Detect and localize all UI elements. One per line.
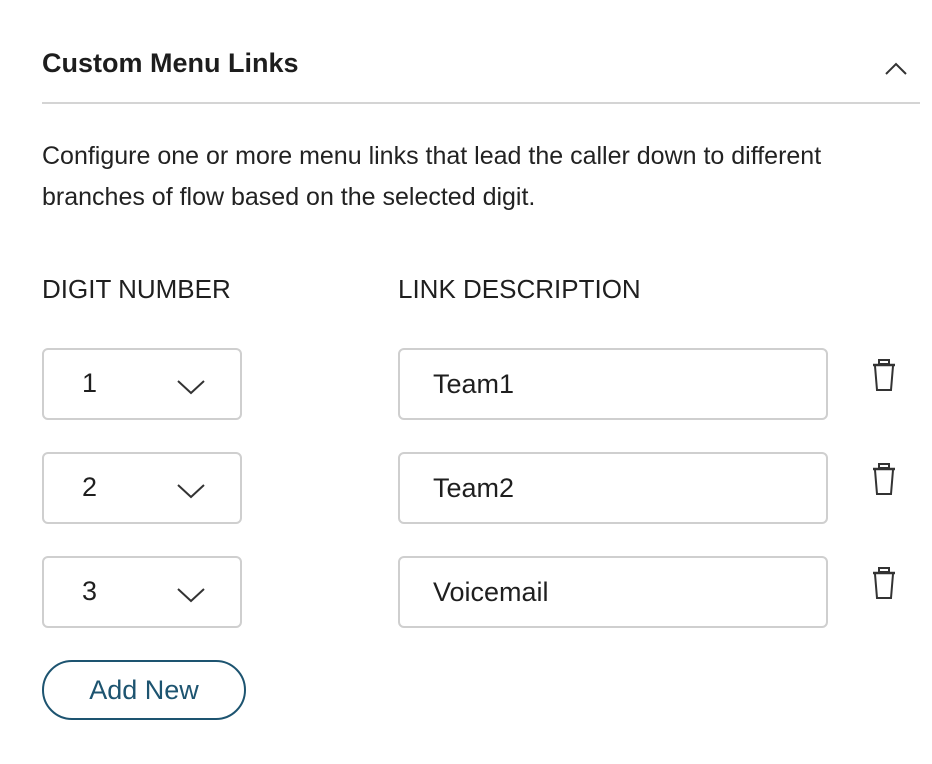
digit-select[interactable]: 2 — [42, 452, 242, 524]
link-description-input[interactable] — [398, 452, 828, 524]
digit-value: 1 — [82, 368, 98, 398]
section-title: Custom Menu Links — [42, 48, 299, 78]
custom-menu-links-panel: Custom Menu Links Configure one or more … — [0, 0, 932, 764]
section-header: Custom Menu Links — [42, 38, 920, 104]
digit-select[interactable]: 1 — [42, 348, 242, 420]
digit-value: 2 — [82, 472, 98, 502]
section-description: Configure one or more menu links that le… — [42, 142, 822, 211]
add-new-button[interactable]: Add New — [42, 660, 246, 720]
link-description-header: LINK DESCRIPTION — [398, 274, 641, 304]
trash-icon[interactable] — [870, 358, 898, 392]
menu-link-row: 1 — [0, 348, 932, 420]
trash-icon[interactable] — [870, 566, 898, 600]
menu-link-row: 2 — [0, 452, 932, 524]
chevron-down-icon — [176, 378, 206, 396]
chevron-down-icon — [176, 482, 206, 500]
link-description-input[interactable] — [398, 348, 828, 420]
chevron-down-icon — [176, 586, 206, 604]
menu-link-row: 3 — [0, 556, 932, 628]
digit-select[interactable]: 3 — [42, 556, 242, 628]
trash-icon[interactable] — [870, 462, 898, 496]
link-description-input[interactable] — [398, 556, 828, 628]
chevron-up-icon[interactable] — [884, 58, 908, 78]
digit-value: 3 — [82, 576, 98, 606]
digit-number-header: DIGIT NUMBER — [42, 274, 231, 304]
